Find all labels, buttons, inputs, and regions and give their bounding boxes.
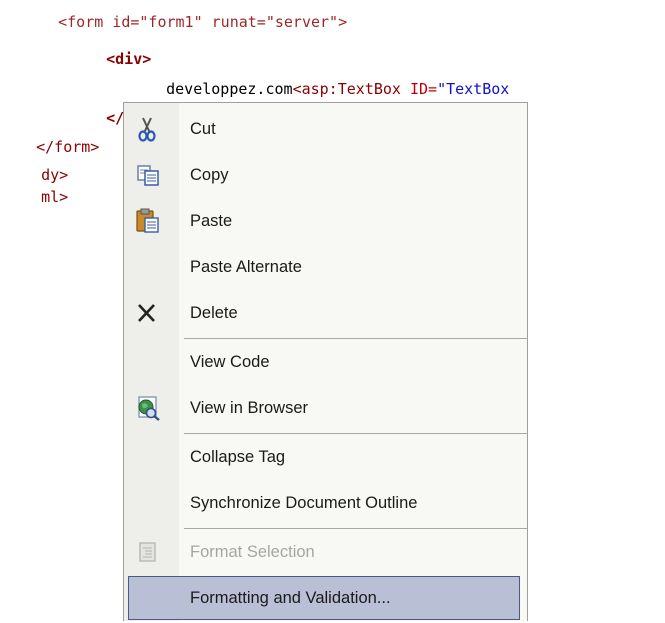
context-menu: Cut Copy Paste Paste Alternate Delete Vi… xyxy=(123,102,528,621)
code-line-textbox: developpez.com<asp:TextBox ID="TextBox xyxy=(166,80,510,98)
menu-item-paste-alternate[interactable]: Paste Alternate xyxy=(124,244,527,290)
menu-item-label: View Code xyxy=(190,353,270,371)
copy-icon xyxy=(134,161,162,189)
code-line-html-close: ml> xyxy=(41,188,69,206)
menu-item-delete[interactable]: Delete xyxy=(124,290,527,336)
menu-item-label: Format Selection xyxy=(190,543,315,561)
code-line-div-open: <div> xyxy=(106,50,152,68)
menu-item-synchronize-document-outline[interactable]: Synchronize Document Outline xyxy=(124,480,527,526)
delete-x-icon xyxy=(134,299,162,327)
view-in-browser-icon xyxy=(134,394,162,422)
menu-item-format-selection: Format Selection xyxy=(124,529,527,575)
menu-item-copy[interactable]: Copy xyxy=(124,152,527,198)
menu-item-view-code[interactable]: View Code xyxy=(124,339,527,385)
code-line-form-close: </form> xyxy=(36,138,100,156)
scissors-icon xyxy=(134,115,162,143)
code-line-body-close: dy> xyxy=(41,166,69,184)
menu-item-label: Synchronize Document Outline xyxy=(190,494,418,512)
menu-item-formatting-and-validation[interactable]: Formatting and Validation... xyxy=(128,576,520,620)
format-selection-icon xyxy=(134,538,162,566)
menu-item-label: View in Browser xyxy=(190,399,308,417)
menu-item-label: Cut xyxy=(190,120,216,138)
menu-item-label: Formatting and Validation... xyxy=(190,589,391,607)
menu-item-label: Paste Alternate xyxy=(190,258,302,276)
menu-item-paste[interactable]: Paste xyxy=(124,198,527,244)
menu-item-label: Delete xyxy=(190,304,238,322)
menu-item-label: Paste xyxy=(190,212,233,230)
menu-item-view-in-browser[interactable]: View in Browser xyxy=(124,385,527,431)
menu-item-cut[interactable]: Cut xyxy=(124,106,527,152)
menu-item-label: Copy xyxy=(190,166,229,184)
paste-icon xyxy=(134,207,162,235)
code-line-form-open: <form id="form1" runat="server"> xyxy=(58,13,348,31)
menu-item-label: Collapse Tag xyxy=(190,448,286,466)
menu-item-collapse-tag[interactable]: Collapse Tag xyxy=(124,434,527,480)
